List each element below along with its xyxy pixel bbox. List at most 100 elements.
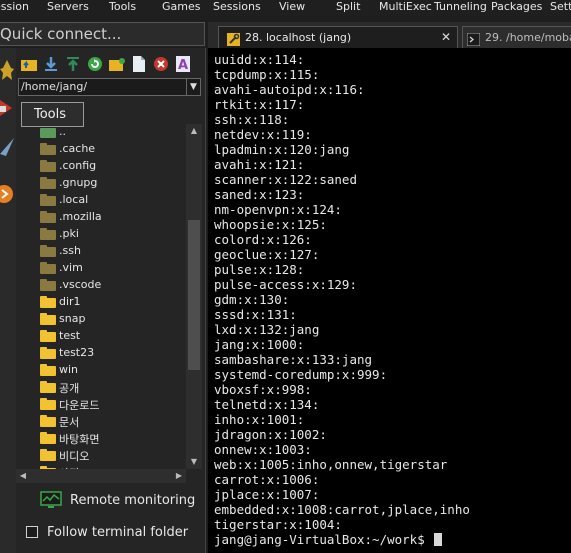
file-row[interactable]: test <box>40 328 186 345</box>
upload-icon[interactable] <box>64 54 82 74</box>
remote-monitoring-button[interactable]: Remote monitoring <box>40 489 210 513</box>
menu-item[interactable]: Servers <box>47 0 89 16</box>
file-name: .vim <box>59 261 83 274</box>
file-row[interactable]: snap <box>40 311 186 328</box>
folder-icon <box>40 432 56 444</box>
terminal-line: onnew:x:1003: <box>214 442 312 457</box>
file-row[interactable]: .pki <box>40 226 186 243</box>
quick-connect[interactable] <box>0 22 205 46</box>
rename-icon[interactable]: A <box>174 54 192 74</box>
folder-icon <box>40 160 56 172</box>
file-name: .cache <box>59 142 96 155</box>
terminal-line: lxd:x:132:jang <box>214 322 320 337</box>
quick-connect-input[interactable] <box>0 23 204 45</box>
file-row[interactable]: 다운로드 <box>40 396 186 413</box>
tab-label: 28. localhost (jang) <box>245 31 352 44</box>
follow-terminal-folder[interactable]: Follow terminal folder <box>24 522 204 544</box>
scroll-right-arrow-icon[interactable]: ▶ <box>172 469 186 483</box>
tools-icon[interactable] <box>0 94 14 122</box>
file-list-vertical-scrollbar[interactable]: ▲ ▼ <box>186 124 202 469</box>
file-name: 다운로드 <box>59 399 100 412</box>
star-icon[interactable] <box>0 56 14 84</box>
file-name: 비디오 <box>59 450 90 463</box>
tab-localhost[interactable]: 28. localhost (jang) ✕ <box>218 26 458 48</box>
menu-item[interactable]: Sessions <box>213 0 261 16</box>
tab-home-mobax[interactable]: 29. /home/mobax <box>462 26 571 48</box>
menu-item[interactable]: Split <box>336 0 360 16</box>
file-row[interactable]: 문서 <box>40 413 186 430</box>
file-row[interactable]: .vscode <box>40 277 186 294</box>
follow-terminal-checkbox[interactable] <box>26 526 38 538</box>
folder-icon <box>40 381 56 393</box>
chevron-down-icon[interactable]: ▼ <box>186 79 200 95</box>
menu-item[interactable]: MultiExec <box>379 0 432 16</box>
file-name: test23 <box>59 346 95 359</box>
menu-item[interactable]: View <box>279 0 305 16</box>
follow-terminal-label: Follow terminal folder <box>47 525 189 540</box>
file-row[interactable]: .mozilla <box>40 209 186 226</box>
terminal[interactable]: uuidd:x:114: tcpdump:x:115: avahi-autoipd:… <box>208 48 571 553</box>
terminal-output: uuidd:x:114: tcpdump:x:115: avahi-autoipd:… <box>214 52 571 547</box>
menu-item[interactable]: Tools <box>109 0 136 16</box>
new-folder-icon[interactable] <box>108 54 126 74</box>
file-list-horizontal-scrollbar[interactable]: ◀ ▶ <box>16 469 186 483</box>
file-name: 공개 <box>59 382 80 395</box>
prompt-text: jang@jang-VirtualBox:~/work$ <box>214 532 433 547</box>
file-row[interactable]: .ssh <box>40 243 186 260</box>
terminal-line: sssd:x:131: <box>214 307 297 322</box>
close-icon[interactable]: ✕ <box>441 30 451 44</box>
file-name: .vscode <box>59 278 102 291</box>
file-row[interactable]: 비디오 <box>40 447 186 464</box>
terminal-line: netdev:x:119: <box>214 127 312 142</box>
menu-item[interactable]: Setti <box>550 0 571 16</box>
wrench-icon <box>227 31 240 46</box>
file-name: 문서 <box>59 416 80 429</box>
file-row[interactable]: .gnupg <box>40 175 186 192</box>
file-row[interactable]: dir1 <box>40 294 186 311</box>
sidebar-toolbar: A <box>16 54 206 76</box>
left-strip <box>0 48 16 553</box>
file-row[interactable]: 공개 <box>40 379 186 396</box>
terminal-line: colord:x:126: <box>214 232 312 247</box>
refresh-icon[interactable] <box>86 54 104 74</box>
folder-icon <box>40 347 56 359</box>
file-row[interactable]: win <box>40 362 186 379</box>
menu-bar: ession Servers Tools Games Sessions View Split… <box>0 0 571 16</box>
svg-text:A: A <box>178 58 188 72</box>
delete-icon[interactable] <box>152 54 170 74</box>
file-list: .. .cache .config .gnupg .local .mozilla .pki.… <box>16 124 186 469</box>
path-text: /home/jang/ <box>21 80 88 93</box>
terminal-line: scanner:x:122:saned <box>214 172 357 187</box>
file-row[interactable]: .cache <box>40 141 186 158</box>
folder-icon <box>40 364 56 376</box>
path-combobox[interactable]: /home/jang/ ▼ <box>18 78 201 96</box>
scroll-left-arrow-icon[interactable]: ◀ <box>16 469 30 483</box>
file-row[interactable]: .vim <box>40 260 186 277</box>
terminal-line: sambashare:x:133:jang <box>214 352 373 367</box>
terminal-line: nm-openvpn:x:124: <box>214 202 342 217</box>
file-row[interactable]: test23 <box>40 345 186 362</box>
terminal-line: uuidd:x:114: <box>214 52 305 67</box>
scroll-thumb[interactable] <box>188 220 200 370</box>
terminal-line: tigerstar:x:1004: <box>214 517 342 532</box>
terminal-line: jang:x:1000: <box>214 337 305 352</box>
file-row[interactable]: 바탕화면 <box>40 430 186 447</box>
menu-item[interactable]: Tunneling <box>434 0 487 16</box>
file-name: .local <box>59 193 89 206</box>
scroll-up-arrow-icon[interactable]: ▲ <box>186 124 202 138</box>
folder-icon <box>40 143 56 155</box>
parent-folder-icon[interactable] <box>20 54 38 74</box>
terminal-line: geoclue:x:127: <box>214 247 320 262</box>
folder-icon <box>40 211 56 223</box>
send-icon[interactable] <box>0 134 14 162</box>
terminal-line: telnetd:x:134: <box>214 397 320 412</box>
file-row[interactable]: .local <box>40 192 186 209</box>
download-icon[interactable] <box>42 54 60 74</box>
menu-item[interactable]: ession <box>0 0 29 16</box>
file-row[interactable]: .config <box>40 158 186 175</box>
macros-icon[interactable] <box>0 180 14 208</box>
new-file-icon[interactable] <box>130 54 148 74</box>
scroll-down-arrow-icon[interactable]: ▼ <box>186 455 202 469</box>
menu-item[interactable]: Packages <box>491 0 542 16</box>
menu-item[interactable]: Games <box>162 0 200 16</box>
